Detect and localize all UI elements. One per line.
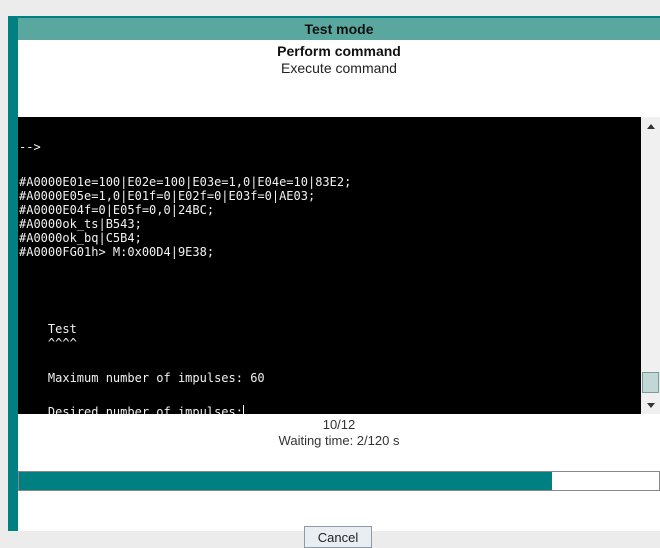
progress-bar xyxy=(18,471,660,491)
cancel-button[interactable]: Cancel xyxy=(304,526,372,548)
console-line: #A0000ok_ts|B543; xyxy=(19,217,142,231)
triangle-down-icon xyxy=(646,402,655,408)
waiting-time: Waiting time: 2/120 s xyxy=(278,433,400,448)
triangle-up-icon xyxy=(646,123,655,129)
console-line: Maximum number of impulses: 60 xyxy=(19,371,265,385)
progress-fill xyxy=(19,472,553,490)
console-line: --> xyxy=(19,140,41,154)
scroll-down-button[interactable] xyxy=(641,396,660,414)
progress-count: 10/12 xyxy=(322,417,356,432)
console-line: ^^^^ xyxy=(19,336,77,350)
console-line: #A0000E05e=1,0|E01f=0|E02f=0|E03f=0|AE03… xyxy=(19,189,316,203)
scroll-up-button[interactable] xyxy=(641,117,660,135)
vertical-scrollbar[interactable] xyxy=(641,117,660,414)
console-line: #A0000FG01h> M:0x00D4|9E38; xyxy=(19,245,215,259)
console-line: #A0000E04f=0|E05f=0,0|24BC; xyxy=(19,203,215,217)
window-title: Test mode xyxy=(18,18,660,40)
terminal-output[interactable]: --> #A0000E01e=100|E02e=100|E03e=1,0|E04… xyxy=(18,117,641,414)
page-heading: Perform command xyxy=(277,43,401,59)
dialog-frame: Test mode Perform command Execute comman… xyxy=(8,16,660,548)
text-cursor xyxy=(242,405,244,414)
console-input-line: Desired number of impulses: xyxy=(19,405,244,414)
console-line: Test xyxy=(19,322,77,336)
scroll-thumb[interactable] xyxy=(642,372,659,393)
console-line: #A0000E01e=100|E02e=100|E03e=1,0|E04e=10… xyxy=(19,175,352,189)
console-prompt: Desired number of impulses: xyxy=(19,405,243,414)
console-line: #A0000ok_bq|C5B4; xyxy=(19,231,142,245)
page-subheading: Execute command xyxy=(281,60,397,76)
dialog-body: Perform command Execute command --> #A00… xyxy=(18,40,660,548)
